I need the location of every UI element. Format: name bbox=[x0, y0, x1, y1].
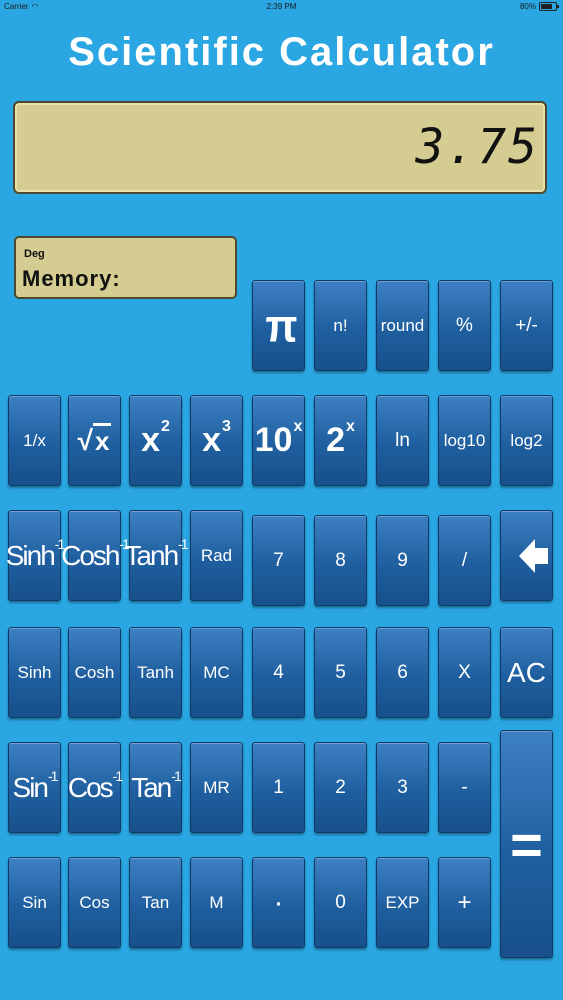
acos-button[interactable]: Cos -1 bbox=[67, 742, 124, 833]
ten-power-button[interactable]: 10 x bbox=[252, 395, 305, 486]
backspace-arrow-icon bbox=[518, 538, 548, 573]
pi-icon: π bbox=[265, 299, 297, 351]
acosh-button[interactable]: Cosh -1 bbox=[61, 510, 130, 601]
decimal-button[interactable]: · bbox=[252, 857, 305, 948]
digit-1-button[interactable]: 1 bbox=[252, 742, 305, 833]
sin-button[interactable]: Sin bbox=[8, 857, 61, 948]
round-button[interactable]: round bbox=[376, 280, 429, 371]
acos-base: Cos bbox=[67, 771, 114, 803]
square-button[interactable]: x2 bbox=[129, 395, 182, 486]
divide-button[interactable]: / bbox=[438, 515, 491, 606]
sqrt-icon: √x bbox=[77, 422, 112, 456]
equals-button[interactable]: = bbox=[500, 730, 553, 958]
status-time: 2:39 PM bbox=[266, 2, 297, 11]
app-title: Scientific Calculator bbox=[68, 30, 495, 74]
main-display: 3.75 bbox=[13, 101, 547, 194]
ln-button[interactable]: ln bbox=[376, 395, 429, 486]
reciprocal-button[interactable]: 1/x bbox=[8, 395, 61, 486]
log10-button[interactable]: log10 bbox=[438, 395, 491, 486]
digit-6-button[interactable]: 6 bbox=[376, 627, 429, 718]
atanh-base: Tanh bbox=[124, 539, 179, 571]
ten-power-exponent: x bbox=[293, 417, 303, 435]
battery-icon bbox=[539, 2, 559, 11]
atan-exponent: -1 bbox=[171, 767, 182, 784]
square-exponent: 2 bbox=[161, 417, 170, 435]
atanh-exponent: -1 bbox=[178, 535, 189, 552]
battery-percent: 80% bbox=[519, 2, 536, 11]
asinh-button[interactable]: Sinh -1 bbox=[5, 510, 65, 601]
percent-button[interactable]: % bbox=[438, 280, 491, 371]
all-clear-button[interactable]: AC bbox=[500, 627, 553, 718]
sqrt-radicand: x bbox=[92, 422, 112, 456]
factorial-button[interactable]: n! bbox=[314, 280, 367, 371]
sinh-button[interactable]: Sinh bbox=[8, 627, 61, 718]
display-value: 3.75 bbox=[415, 119, 539, 175]
cos-button[interactable]: Cos bbox=[68, 857, 121, 948]
cube-button[interactable]: x3 bbox=[190, 395, 243, 486]
memory-label: Memory: bbox=[22, 266, 121, 291]
log2-button[interactable]: log2 bbox=[500, 395, 553, 486]
multiply-button[interactable]: X bbox=[438, 627, 491, 718]
acosh-base: Cosh bbox=[61, 539, 120, 571]
plus-minus-button[interactable]: +/- bbox=[500, 280, 553, 371]
two-power-button[interactable]: 2x bbox=[314, 395, 367, 486]
digit-0-button[interactable]: 0 bbox=[314, 857, 367, 948]
pi-button[interactable]: π bbox=[252, 280, 305, 371]
cosh-button[interactable]: Cosh bbox=[68, 627, 121, 718]
status-bar: Carrier ◠ 2:39 PM 80% bbox=[0, 0, 563, 16]
two-power-exponent: x bbox=[346, 417, 355, 435]
tan-button[interactable]: Tan bbox=[129, 857, 182, 948]
digit-8-button[interactable]: 8 bbox=[314, 515, 367, 606]
square-base: x bbox=[141, 421, 160, 459]
digit-3-button[interactable]: 3 bbox=[376, 742, 429, 833]
memory-store-button[interactable]: M bbox=[190, 857, 243, 948]
tanh-button[interactable]: Tanh bbox=[129, 627, 182, 718]
asin-button[interactable]: Sin -1 bbox=[8, 742, 61, 833]
memory-recall-button[interactable]: MR bbox=[190, 742, 243, 833]
digit-7-button[interactable]: 7 bbox=[252, 515, 305, 606]
memory-panel: Deg Memory: bbox=[14, 236, 237, 299]
memory-clear-button[interactable]: MC bbox=[190, 627, 243, 718]
rad-button[interactable]: Rad bbox=[190, 510, 243, 601]
digit-9-button[interactable]: 9 bbox=[376, 515, 429, 606]
asin-base: Sin bbox=[12, 771, 49, 803]
digit-5-button[interactable]: 5 bbox=[314, 627, 367, 718]
status-right: 80% bbox=[519, 2, 559, 11]
cube-base: x bbox=[202, 421, 221, 459]
angle-mode-label: Deg bbox=[24, 248, 45, 260]
two-power-base: 2 bbox=[326, 421, 345, 459]
asin-exponent: -1 bbox=[48, 767, 59, 784]
digit-4-button[interactable]: 4 bbox=[252, 627, 305, 718]
backspace-button[interactable] bbox=[500, 510, 553, 601]
cube-exponent: 3 bbox=[222, 417, 231, 435]
atanh-button[interactable]: Tanh -1 bbox=[124, 510, 189, 601]
atan-button[interactable]: Tan -1 bbox=[129, 742, 182, 833]
plus-button[interactable]: + bbox=[438, 857, 491, 948]
digit-2-button[interactable]: 2 bbox=[314, 742, 367, 833]
atan-base: Tan bbox=[131, 771, 172, 803]
asinh-base: Sinh bbox=[5, 539, 56, 571]
ten-power-base: 10 bbox=[254, 421, 293, 459]
exp-button[interactable]: EXP bbox=[376, 857, 429, 948]
minus-button[interactable]: - bbox=[438, 742, 491, 833]
acos-exponent: -1 bbox=[112, 767, 124, 784]
sqrt-button[interactable]: √x bbox=[68, 395, 121, 486]
